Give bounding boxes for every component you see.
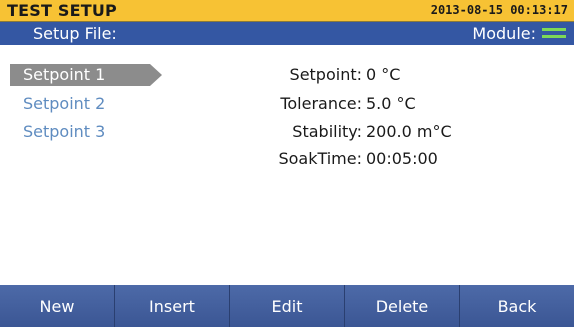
setpoint-value: 0 °C <box>366 65 401 84</box>
module-status-icon <box>542 28 566 39</box>
stability-label: Stability: <box>292 122 362 141</box>
new-button[interactable]: New <box>0 285 114 327</box>
insert-button[interactable]: Insert <box>114 285 229 327</box>
stability-row: Stability: 200.0 m°C <box>0 121 574 143</box>
soaktime-value: 00:05:00 <box>366 149 438 168</box>
softkey-bar: New Insert Edit Delete Back <box>0 285 574 327</box>
tolerance-label: Tolerance: <box>280 94 362 113</box>
edit-button[interactable]: Edit <box>229 285 344 327</box>
title-bar: TEST SETUP 2013-08-15 00:13:17 <box>0 0 574 22</box>
setpoint-row: Setpoint: 0 °C <box>0 64 574 86</box>
datetime-display: 2013-08-15 00:13:17 <box>430 3 568 17</box>
tolerance-value: 5.0 °C <box>366 94 416 113</box>
stability-value: 200.0 m°C <box>366 122 452 141</box>
setpoint-label: Setpoint: <box>289 65 362 84</box>
page-title: TEST SETUP <box>7 1 117 20</box>
setup-file-label: Setup File: <box>33 24 117 43</box>
soaktime-row: SoakTime: 00:05:00 <box>0 148 574 170</box>
tolerance-row: Tolerance: 5.0 °C <box>0 93 574 115</box>
soaktime-label: SoakTime: <box>278 149 362 168</box>
delete-button[interactable]: Delete <box>344 285 459 327</box>
setup-file-bar: Setup File: Module: <box>0 22 574 45</box>
module-label: Module: <box>472 24 536 43</box>
back-button[interactable]: Back <box>459 285 574 327</box>
